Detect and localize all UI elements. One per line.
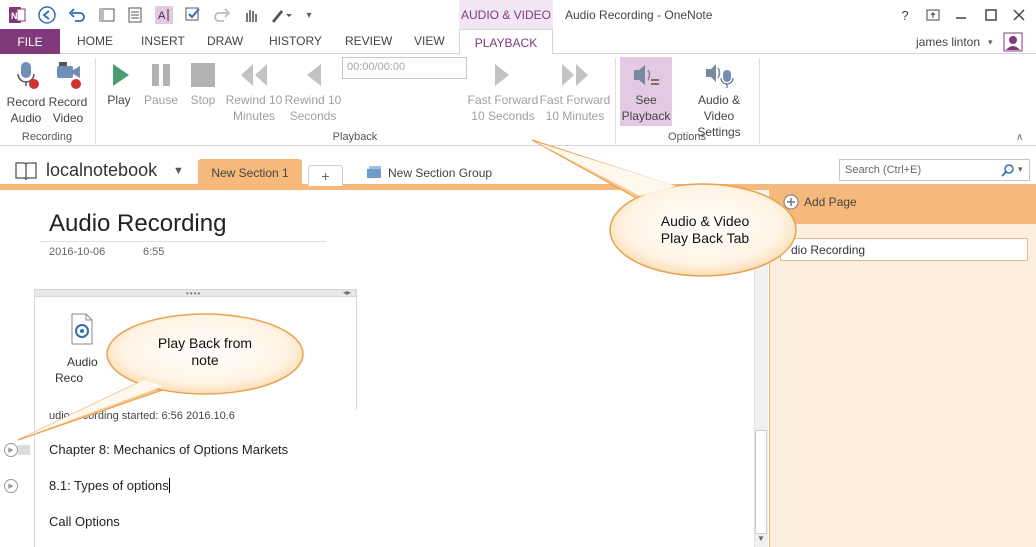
note-callout-text: Play Back from note: [135, 335, 275, 369]
note-callout-line-2: note: [191, 352, 219, 368]
tab-callout-line-2: Play Back Tab: [660, 230, 750, 246]
tab-callout-bubble: [531, 139, 797, 277]
note-callout-bubble: [17, 313, 304, 441]
note-callout-line-1: Play Back from: [157, 335, 253, 351]
tab-callout-line-1: Audio & Video: [660, 213, 750, 229]
tab-callout-text: Audio & Video Play Back Tab: [630, 213, 780, 247]
callout-layer: [17, 139, 797, 441]
